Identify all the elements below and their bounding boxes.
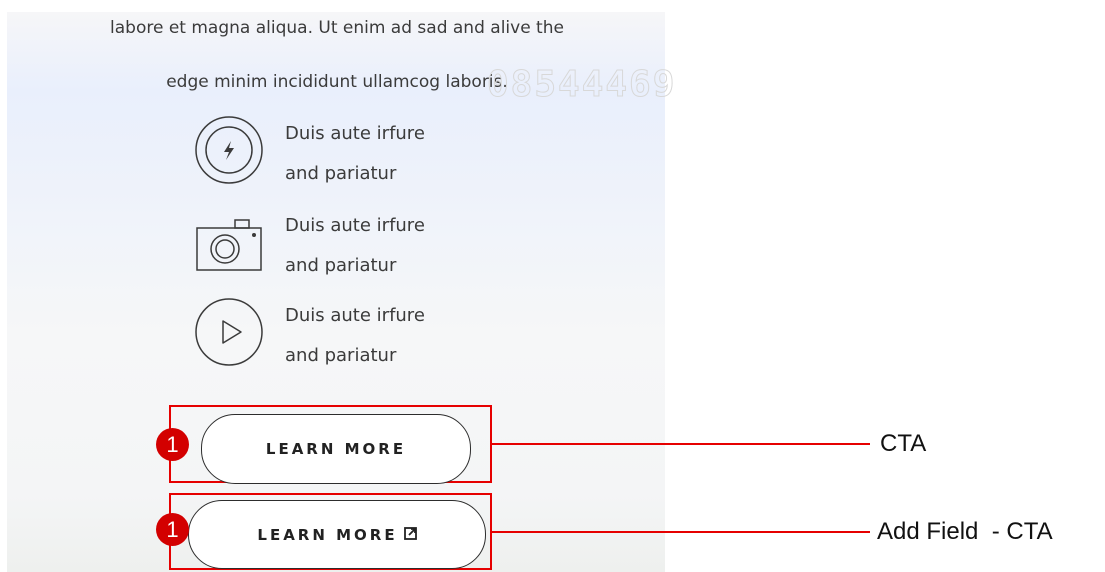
feature-line-1: Duis aute irfure [285, 305, 425, 326]
feature-item-play: Duis aute irfure and pariatur [195, 296, 495, 380]
learn-more-button[interactable]: LEARN MORE [201, 414, 471, 484]
flash-icon [195, 116, 263, 184]
step-badge: 1 [156, 428, 189, 461]
cta-callout: CTA [880, 430, 927, 457]
feature-line-1: Duis aute irfure [285, 123, 425, 144]
feature-line-1: Duis aute irfure [285, 215, 425, 236]
play-icon [195, 298, 263, 366]
feature-line-2: and pariatur [285, 255, 397, 276]
cta-external-callout: Add Field - CTA [877, 518, 1053, 545]
learn-more-label: LEARN MORE [265, 440, 407, 458]
feature-line-2: and pariatur [285, 345, 397, 366]
learn-more-external-label: LEARN MORE [257, 525, 398, 544]
feature-text-camera: Duis aute irfure and pariatur [285, 206, 425, 286]
camera-icon [196, 219, 262, 271]
feature-text-play: Duis aute irfure and pariatur [285, 296, 425, 376]
intro-line-1: labore et magna aliqua. Ut enim ad sad a… [110, 18, 564, 38]
cta-external-connector-line [492, 531, 870, 533]
step-badge: 1 [156, 513, 189, 546]
watermark: 08544469 [486, 64, 677, 106]
feature-item-flash: Duis aute irfure and pariatur [195, 114, 495, 198]
feature-line-2: and pariatur [285, 163, 397, 184]
external-link-icon [403, 527, 417, 540]
learn-more-external-button[interactable]: LEARN MORE [188, 500, 486, 569]
content-panel: labore et magna aliqua. Ut enim ad sad a… [7, 12, 675, 572]
feature-item-camera: Duis aute irfure and pariatur [195, 206, 495, 290]
cta-connector-line [492, 443, 870, 445]
feature-text-flash: Duis aute irfure and pariatur [285, 114, 425, 194]
